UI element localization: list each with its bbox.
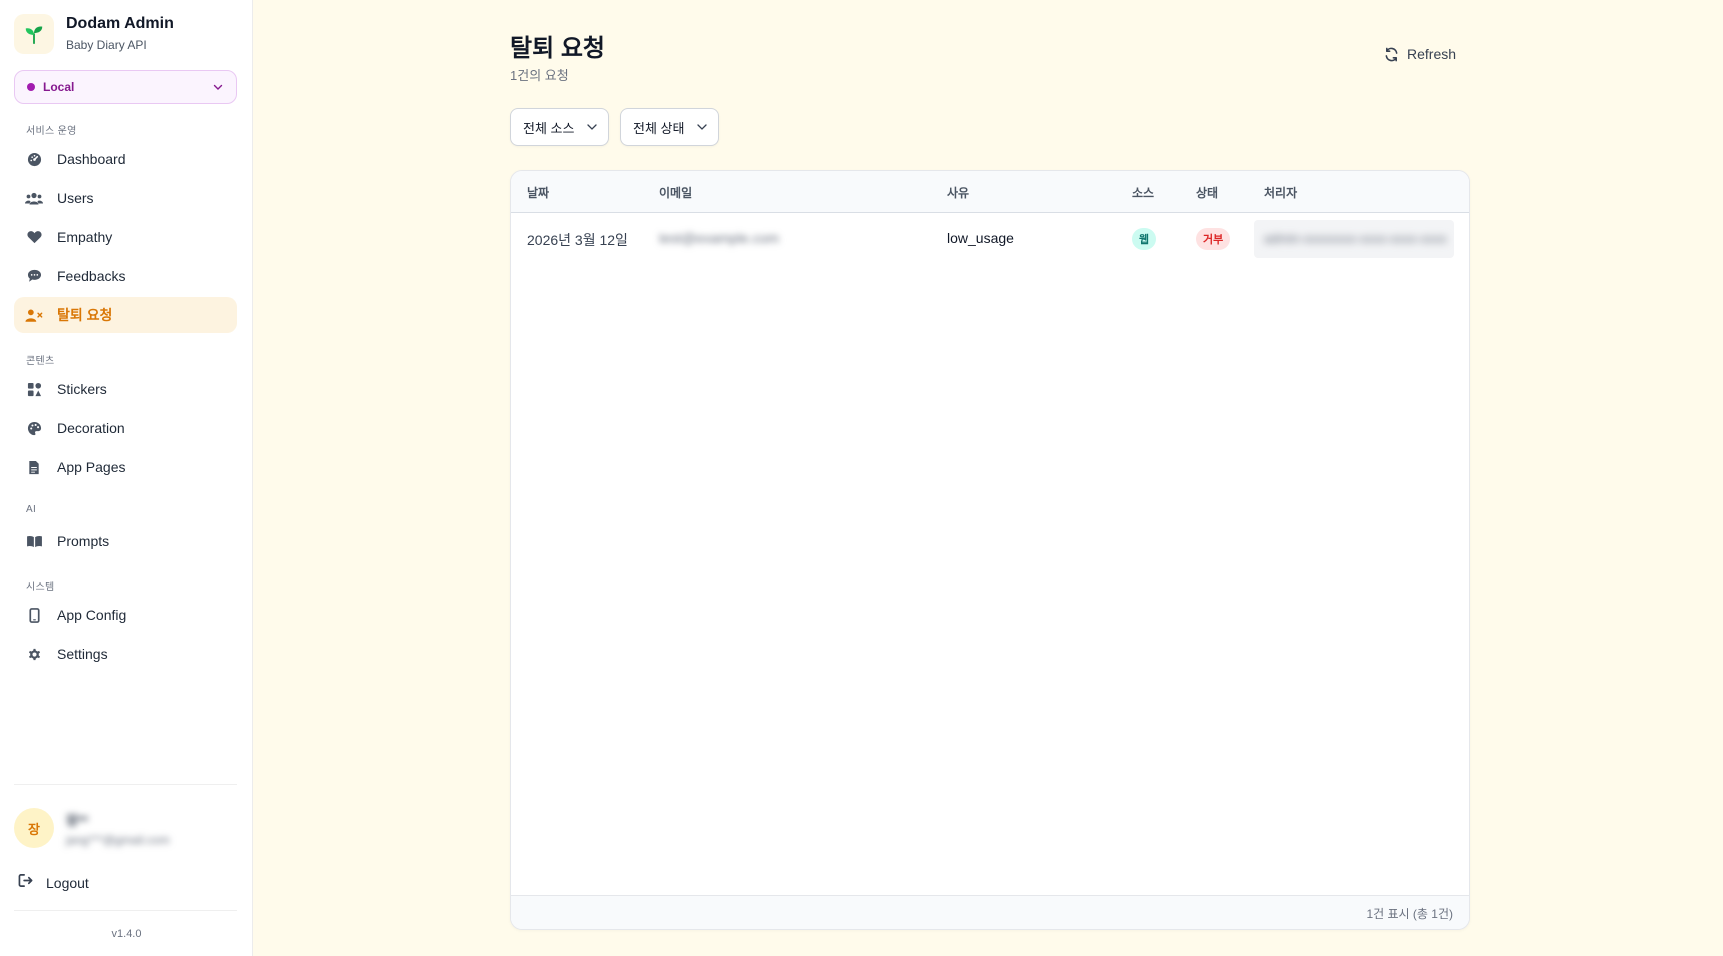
sidebar-item-label: App Pages	[57, 459, 126, 475]
table-header: 날짜 이메일 사유 소스 상태 처리자	[511, 171, 1469, 213]
sidebar-item-users[interactable]: Users	[14, 180, 237, 216]
header-reason[interactable]: 사유	[947, 184, 969, 201]
sidebar-item-label: Decoration	[57, 420, 125, 436]
section-service: 서비스 운영	[26, 126, 77, 137]
user-remove-icon	[25, 306, 43, 324]
cell-email: test@example.com	[659, 230, 780, 246]
sidebar-item-settings[interactable]: Settings	[14, 636, 237, 672]
sidebar-item-label: App Config	[57, 607, 127, 623]
heart-icon	[25, 228, 43, 246]
stickers-icon	[25, 380, 43, 398]
refresh-button[interactable]: Refresh	[1384, 46, 1456, 62]
user-email: jang***@gmail.com	[66, 832, 170, 847]
status-badge: 거부	[1196, 228, 1231, 250]
sidebar-item-label: Feedbacks	[57, 268, 126, 284]
source-filter-label: 전체 소스	[523, 120, 575, 136]
chevron-down-icon	[697, 124, 708, 130]
sidebar-item-label: Stickers	[57, 381, 107, 397]
gear-icon	[25, 645, 43, 663]
book-icon	[25, 532, 43, 550]
sidebar-item-app-pages[interactable]: App Pages	[14, 449, 237, 485]
header-status[interactable]: 상태	[1196, 184, 1218, 201]
section-content: 콘텐츠	[26, 356, 55, 367]
divider	[14, 784, 237, 785]
users-icon	[25, 189, 43, 207]
refresh-icon	[1385, 47, 1398, 61]
sidebar-item-stickers[interactable]: Stickers	[14, 371, 237, 407]
comment-icon	[25, 267, 43, 285]
sidebar-item-label: Settings	[57, 646, 108, 662]
avatar: 장	[14, 808, 54, 848]
refresh-label: Refresh	[1407, 46, 1457, 62]
page-title: 탈퇴 요청	[510, 35, 605, 62]
sidebar-item-feedbacks[interactable]: Feedbacks	[14, 258, 237, 294]
brand: Dodam Admin Baby Diary API	[14, 14, 174, 54]
environment-select[interactable]: Local	[14, 70, 237, 104]
chevron-down-icon	[213, 84, 223, 90]
table-row[interactable]: 2026년 3월 12일 test@example.com low_usage …	[511, 213, 1469, 265]
cell-date: 2026년 3월 12일	[527, 232, 628, 248]
request-count: 1건의 요청	[510, 68, 569, 83]
requests-table: 날짜 이메일 사유 소스 상태 처리자 2026년 3월 12일 test@ex…	[510, 170, 1470, 930]
cell-reason: low_usage	[947, 230, 1014, 246]
version-label: v1.4.0	[111, 928, 142, 940]
brand-subtitle: Baby Diary API	[66, 38, 147, 52]
header-source[interactable]: 소스	[1132, 184, 1154, 201]
document-icon	[25, 458, 43, 476]
sidebar-item-withdrawal-requests[interactable]: 탈퇴 요청	[14, 297, 237, 333]
sidebar-item-prompts[interactable]: Prompts	[14, 523, 237, 559]
sidebar-item-label: Dashboard	[57, 151, 126, 167]
sidebar-item-label: Users	[57, 190, 94, 206]
sidebar-item-decoration[interactable]: Decoration	[14, 410, 237, 446]
header-email[interactable]: 이메일	[659, 184, 692, 201]
palette-icon	[25, 419, 43, 437]
sidebar: Dodam Admin Baby Diary API Local 서비스 운영 …	[0, 0, 253, 956]
source-filter-select[interactable]: 전체 소스	[510, 108, 610, 146]
source-badge: 웹	[1132, 228, 1157, 250]
section-ai: AI	[26, 504, 37, 515]
sidebar-item-label: Prompts	[57, 533, 110, 549]
handler-value: admin-xxxxxxxx-xxxx-xxxx-xxxx	[1264, 231, 1447, 246]
sidebar-item-app-config[interactable]: App Config	[14, 597, 237, 633]
logout-label: Logout	[46, 875, 89, 891]
header-handler[interactable]: 처리자	[1264, 184, 1297, 201]
mobile-icon	[25, 606, 43, 624]
status-filter-label: 전체 상태	[633, 120, 685, 136]
table-footer: 1건 표시 (총 1건)	[511, 895, 1469, 929]
status-filter-select[interactable]: 전체 상태	[620, 108, 720, 146]
table-summary: 1건 표시 (총 1건)	[1366, 907, 1453, 921]
sidebar-item-dashboard[interactable]: Dashboard	[14, 141, 237, 177]
sprout-logo-icon	[14, 14, 54, 54]
logout-icon	[18, 873, 34, 893]
cell-handler: admin-xxxxxxxx-xxxx-xxxx-xxxx	[1254, 220, 1454, 258]
divider	[14, 910, 237, 911]
environment-dot	[27, 83, 35, 91]
sidebar-item-empathy[interactable]: Empathy	[14, 219, 237, 255]
environment-label: Local	[43, 80, 75, 94]
dashboard-icon	[25, 150, 43, 168]
section-system: 시스템	[26, 582, 55, 593]
sidebar-item-label: Empathy	[57, 229, 113, 245]
sidebar-item-label: 탈퇴 요청	[57, 307, 113, 323]
header-date[interactable]: 날짜	[527, 184, 549, 201]
chevron-down-icon	[587, 124, 598, 130]
logout-button[interactable]: Logout	[14, 872, 237, 894]
user-profile: 장 장** jang***@gmail.com	[14, 808, 170, 848]
brand-title: Dodam Admin	[66, 15, 174, 32]
user-name: 장**	[66, 812, 89, 828]
